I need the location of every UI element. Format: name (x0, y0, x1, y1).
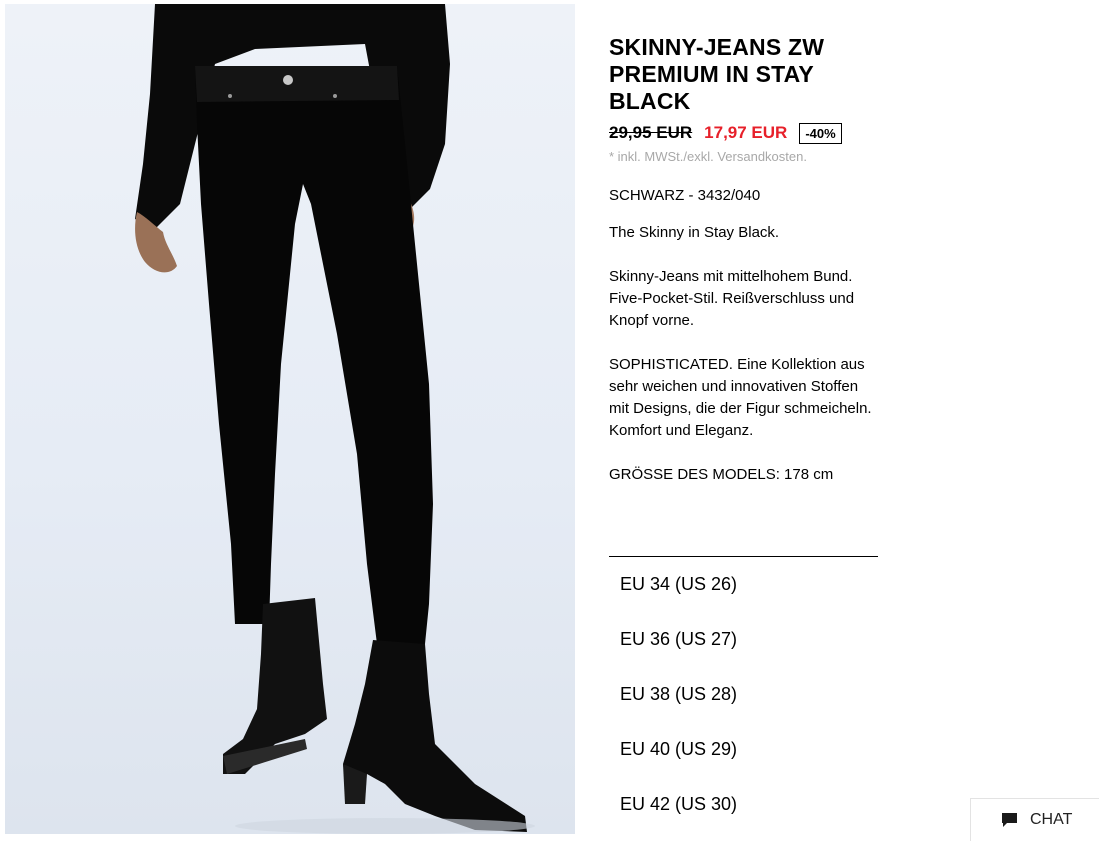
discount-badge: -40% (799, 122, 842, 144)
size-option[interactable]: EU 38 (US 28) (609, 667, 878, 722)
description-paragraph: Skinny-Jeans mit mittelhohem Bund. Five-… (609, 268, 855, 329)
size-selector: EU 34 (US 26) EU 36 (US 27) EU 38 (US 28… (609, 556, 878, 832)
color-reference: SCHWARZ - 3432/040 (609, 187, 761, 204)
size-option[interactable]: EU 34 (US 26) (609, 557, 878, 612)
old-price: 29,95 EUR (609, 123, 693, 142)
product-description: The Skinny in Stay Black. Skinny-Jeans m… (609, 222, 881, 486)
size-option[interactable]: EU 36 (US 27) (609, 612, 878, 667)
sale-price: 17,97 EUR (704, 123, 788, 142)
tax-note: * inkl. MWSt./exkl. Versandkosten. (609, 149, 807, 164)
product-image[interactable] (5, 4, 575, 834)
size-option[interactable]: EU 42 (US 30) (609, 777, 878, 832)
product-page: SKINNY-JEANS ZW PREMIUM IN STAY BLACK 29… (0, 0, 1099, 841)
size-option[interactable]: EU 40 (US 29) (609, 722, 878, 777)
product-info: SKINNY-JEANS ZW PREMIUM IN STAY BLACK 29… (609, 34, 881, 486)
chat-bubble-icon (1001, 812, 1018, 828)
price-row: 29,95 EUR 17,97 EUR -40% (609, 121, 881, 145)
product-title: SKINNY-JEANS ZW PREMIUM IN STAY BLACK (609, 34, 825, 114)
jeans-photo-icon (135, 4, 535, 834)
chat-label: CHAT (1030, 811, 1073, 828)
model-size: GRÖSSE DES MODELS: 178 cm (609, 466, 834, 483)
chat-button[interactable]: CHAT (970, 798, 1099, 841)
description-paragraph: SOPHISTICATED. Eine Kollektion aus sehr … (609, 356, 872, 439)
description-paragraph: The Skinny in Stay Black. (609, 224, 780, 241)
